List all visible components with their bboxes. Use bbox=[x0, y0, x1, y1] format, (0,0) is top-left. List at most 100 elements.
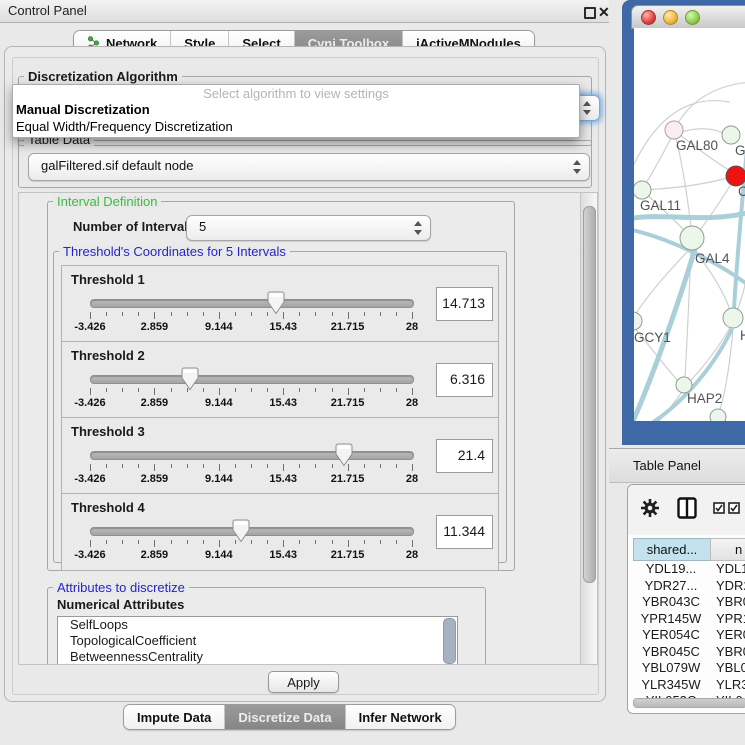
threshold-slider-track[interactable] bbox=[90, 527, 414, 536]
threshold-value: 14.713 bbox=[442, 288, 485, 319]
tick-mark bbox=[219, 540, 220, 547]
algorithm-option-equal-width-frequency-discretization[interactable]: Equal Width/Frequency Discretization bbox=[13, 119, 579, 136]
tick-mark bbox=[315, 464, 316, 468]
node-label-gal80: GAL80 bbox=[676, 138, 718, 153]
node-top-right[interactable] bbox=[722, 126, 740, 144]
tick-mark bbox=[138, 388, 139, 392]
table-row[interactable]: YLR345WYLR3 bbox=[628, 677, 745, 693]
cell-shared-name: YBR043C bbox=[633, 594, 709, 610]
table-data-combo-value: galFiltered.sif default node bbox=[41, 154, 193, 180]
close-icon[interactable]: ✕ bbox=[598, 1, 610, 23]
attributes-list-scrollbar[interactable] bbox=[443, 618, 456, 664]
settings-scrollbar[interactable] bbox=[580, 192, 598, 665]
split-columns-icon[interactable] bbox=[677, 497, 697, 519]
node-gal4[interactable] bbox=[680, 226, 704, 250]
tick-label: 2.859 bbox=[124, 397, 184, 409]
node-gal11[interactable] bbox=[634, 181, 651, 199]
attribute-item-selfloops[interactable]: SelfLoops bbox=[58, 617, 457, 633]
number-of-intervals-combo[interactable]: 5 bbox=[186, 215, 431, 241]
float-window-icon[interactable] bbox=[584, 7, 596, 19]
network-window-titlebar[interactable] bbox=[631, 5, 745, 29]
zoom-light-icon[interactable] bbox=[685, 10, 700, 25]
threshold-slider-track[interactable] bbox=[90, 451, 414, 460]
tick-mark bbox=[380, 312, 381, 316]
tick-mark bbox=[90, 464, 91, 471]
attribute-item-topologicalcoefficient[interactable]: TopologicalCoefficient bbox=[58, 633, 457, 649]
table-row[interactable]: YDL19...YDL1 bbox=[628, 561, 745, 577]
threshold-value-field[interactable]: 21.4 bbox=[436, 439, 493, 473]
tab-discretize-data[interactable]: Discretize Data bbox=[225, 705, 345, 729]
threshold-value-field[interactable]: 11.344 bbox=[436, 515, 493, 549]
close-light-icon[interactable] bbox=[641, 10, 656, 25]
column-header-name[interactable]: n bbox=[710, 538, 745, 561]
threshold-value-field[interactable]: 14.713 bbox=[436, 287, 493, 321]
combo-stepper-icon bbox=[413, 221, 421, 235]
node-gal80[interactable] bbox=[665, 121, 683, 139]
threshold-slider-track[interactable] bbox=[90, 299, 414, 308]
checkbox-icon[interactable] bbox=[713, 502, 725, 514]
threshold-label: Threshold 2 bbox=[71, 348, 145, 363]
tick-mark bbox=[364, 540, 365, 544]
threshold-slider-thumb[interactable] bbox=[232, 519, 250, 543]
table-row[interactable]: YPR145WYPR1 bbox=[628, 611, 745, 627]
algorithm-option-manual-discretization[interactable]: Manual Discretization bbox=[13, 102, 579, 119]
table-row[interactable]: YBR043CYBR0 bbox=[628, 594, 745, 610]
tick-label: -3.426 bbox=[60, 473, 120, 485]
tick-mark bbox=[348, 540, 349, 547]
network-edge bbox=[652, 420, 716, 421]
node-label-gcy1: GCY1 bbox=[634, 330, 671, 345]
cell-shared-name: YLR345W bbox=[633, 677, 709, 693]
table-row[interactable]: YER054CYER0 bbox=[628, 627, 745, 643]
tick-mark bbox=[122, 312, 123, 316]
minimize-light-icon[interactable] bbox=[663, 10, 678, 25]
settings-viewport: Interval Definition Number of Intervals … bbox=[18, 192, 581, 665]
cell-shared-name: YPR145W bbox=[633, 611, 709, 627]
tab-infer-network[interactable]: Infer Network bbox=[346, 705, 455, 729]
tick-mark bbox=[364, 388, 365, 392]
apply-button[interactable]: Apply bbox=[268, 671, 339, 693]
node-gcy1[interactable] bbox=[634, 312, 642, 330]
threshold-slider-thumb[interactable] bbox=[181, 367, 199, 391]
numerical-attributes-list[interactable]: SelfLoopsTopologicalCoefficientBetweenne… bbox=[57, 616, 458, 665]
tick-mark bbox=[235, 312, 236, 316]
tick-mark bbox=[315, 388, 316, 392]
tick-mark bbox=[171, 312, 172, 316]
network-canvas[interactable]: GAL80GACGAL11GAL4GCY1HHAP2 bbox=[634, 28, 745, 421]
tick-mark bbox=[412, 464, 413, 471]
network-view-window[interactable]: GAL80GACGAL11GAL4GCY1HHAP2 bbox=[622, 0, 745, 445]
gear-icon[interactable] bbox=[640, 498, 660, 518]
node-label-gal11: GAL11 bbox=[640, 198, 681, 213]
checkbox-icon[interactable] bbox=[728, 502, 740, 514]
thresholds-group-label: Threshold's Coordinates for 5 Intervals bbox=[59, 245, 290, 258]
tick-mark bbox=[251, 464, 252, 468]
tick-mark bbox=[171, 388, 172, 392]
tick-label: 9.144 bbox=[189, 549, 249, 561]
threshold-slider-track[interactable] bbox=[90, 375, 414, 384]
tick-mark bbox=[412, 388, 413, 395]
table-data-combo[interactable]: galFiltered.sif default node bbox=[28, 153, 590, 181]
table-row[interactable]: YBL079WYBL0 bbox=[628, 660, 745, 676]
table-hscrollbar[interactable] bbox=[633, 698, 745, 708]
tab-impute-data[interactable]: Impute Data bbox=[124, 705, 225, 729]
scrollbar-thumb[interactable] bbox=[583, 206, 596, 583]
attribute-item-betweennesscentrality[interactable]: BetweennessCentrality bbox=[58, 649, 457, 665]
table-row[interactable]: YBR045CYBR0 bbox=[628, 644, 745, 660]
threshold-slider-thumb[interactable] bbox=[267, 291, 285, 315]
tick-mark bbox=[154, 388, 155, 395]
network-edge bbox=[674, 82, 745, 130]
node-bottom[interactable] bbox=[710, 409, 726, 421]
tick-label: 28 bbox=[382, 473, 442, 485]
column-header-shared-name[interactable]: shared... bbox=[633, 538, 711, 561]
node-h[interactable] bbox=[723, 308, 743, 328]
threshold-row-4: Threshold 4-3.4262.8599.14415.4321.71528… bbox=[61, 493, 499, 571]
tick-label: 9.144 bbox=[189, 397, 249, 409]
table-row[interactable]: YDR27...YDR2 bbox=[628, 578, 745, 594]
tick-mark bbox=[106, 540, 107, 544]
tick-label: 28 bbox=[382, 397, 442, 409]
apply-button-label: Apply bbox=[287, 675, 320, 690]
tick-mark bbox=[267, 388, 268, 392]
node-red[interactable] bbox=[726, 166, 745, 186]
threshold-value-field[interactable]: 6.316 bbox=[436, 363, 493, 397]
tick-mark bbox=[154, 464, 155, 471]
threshold-slider-thumb[interactable] bbox=[335, 443, 353, 467]
